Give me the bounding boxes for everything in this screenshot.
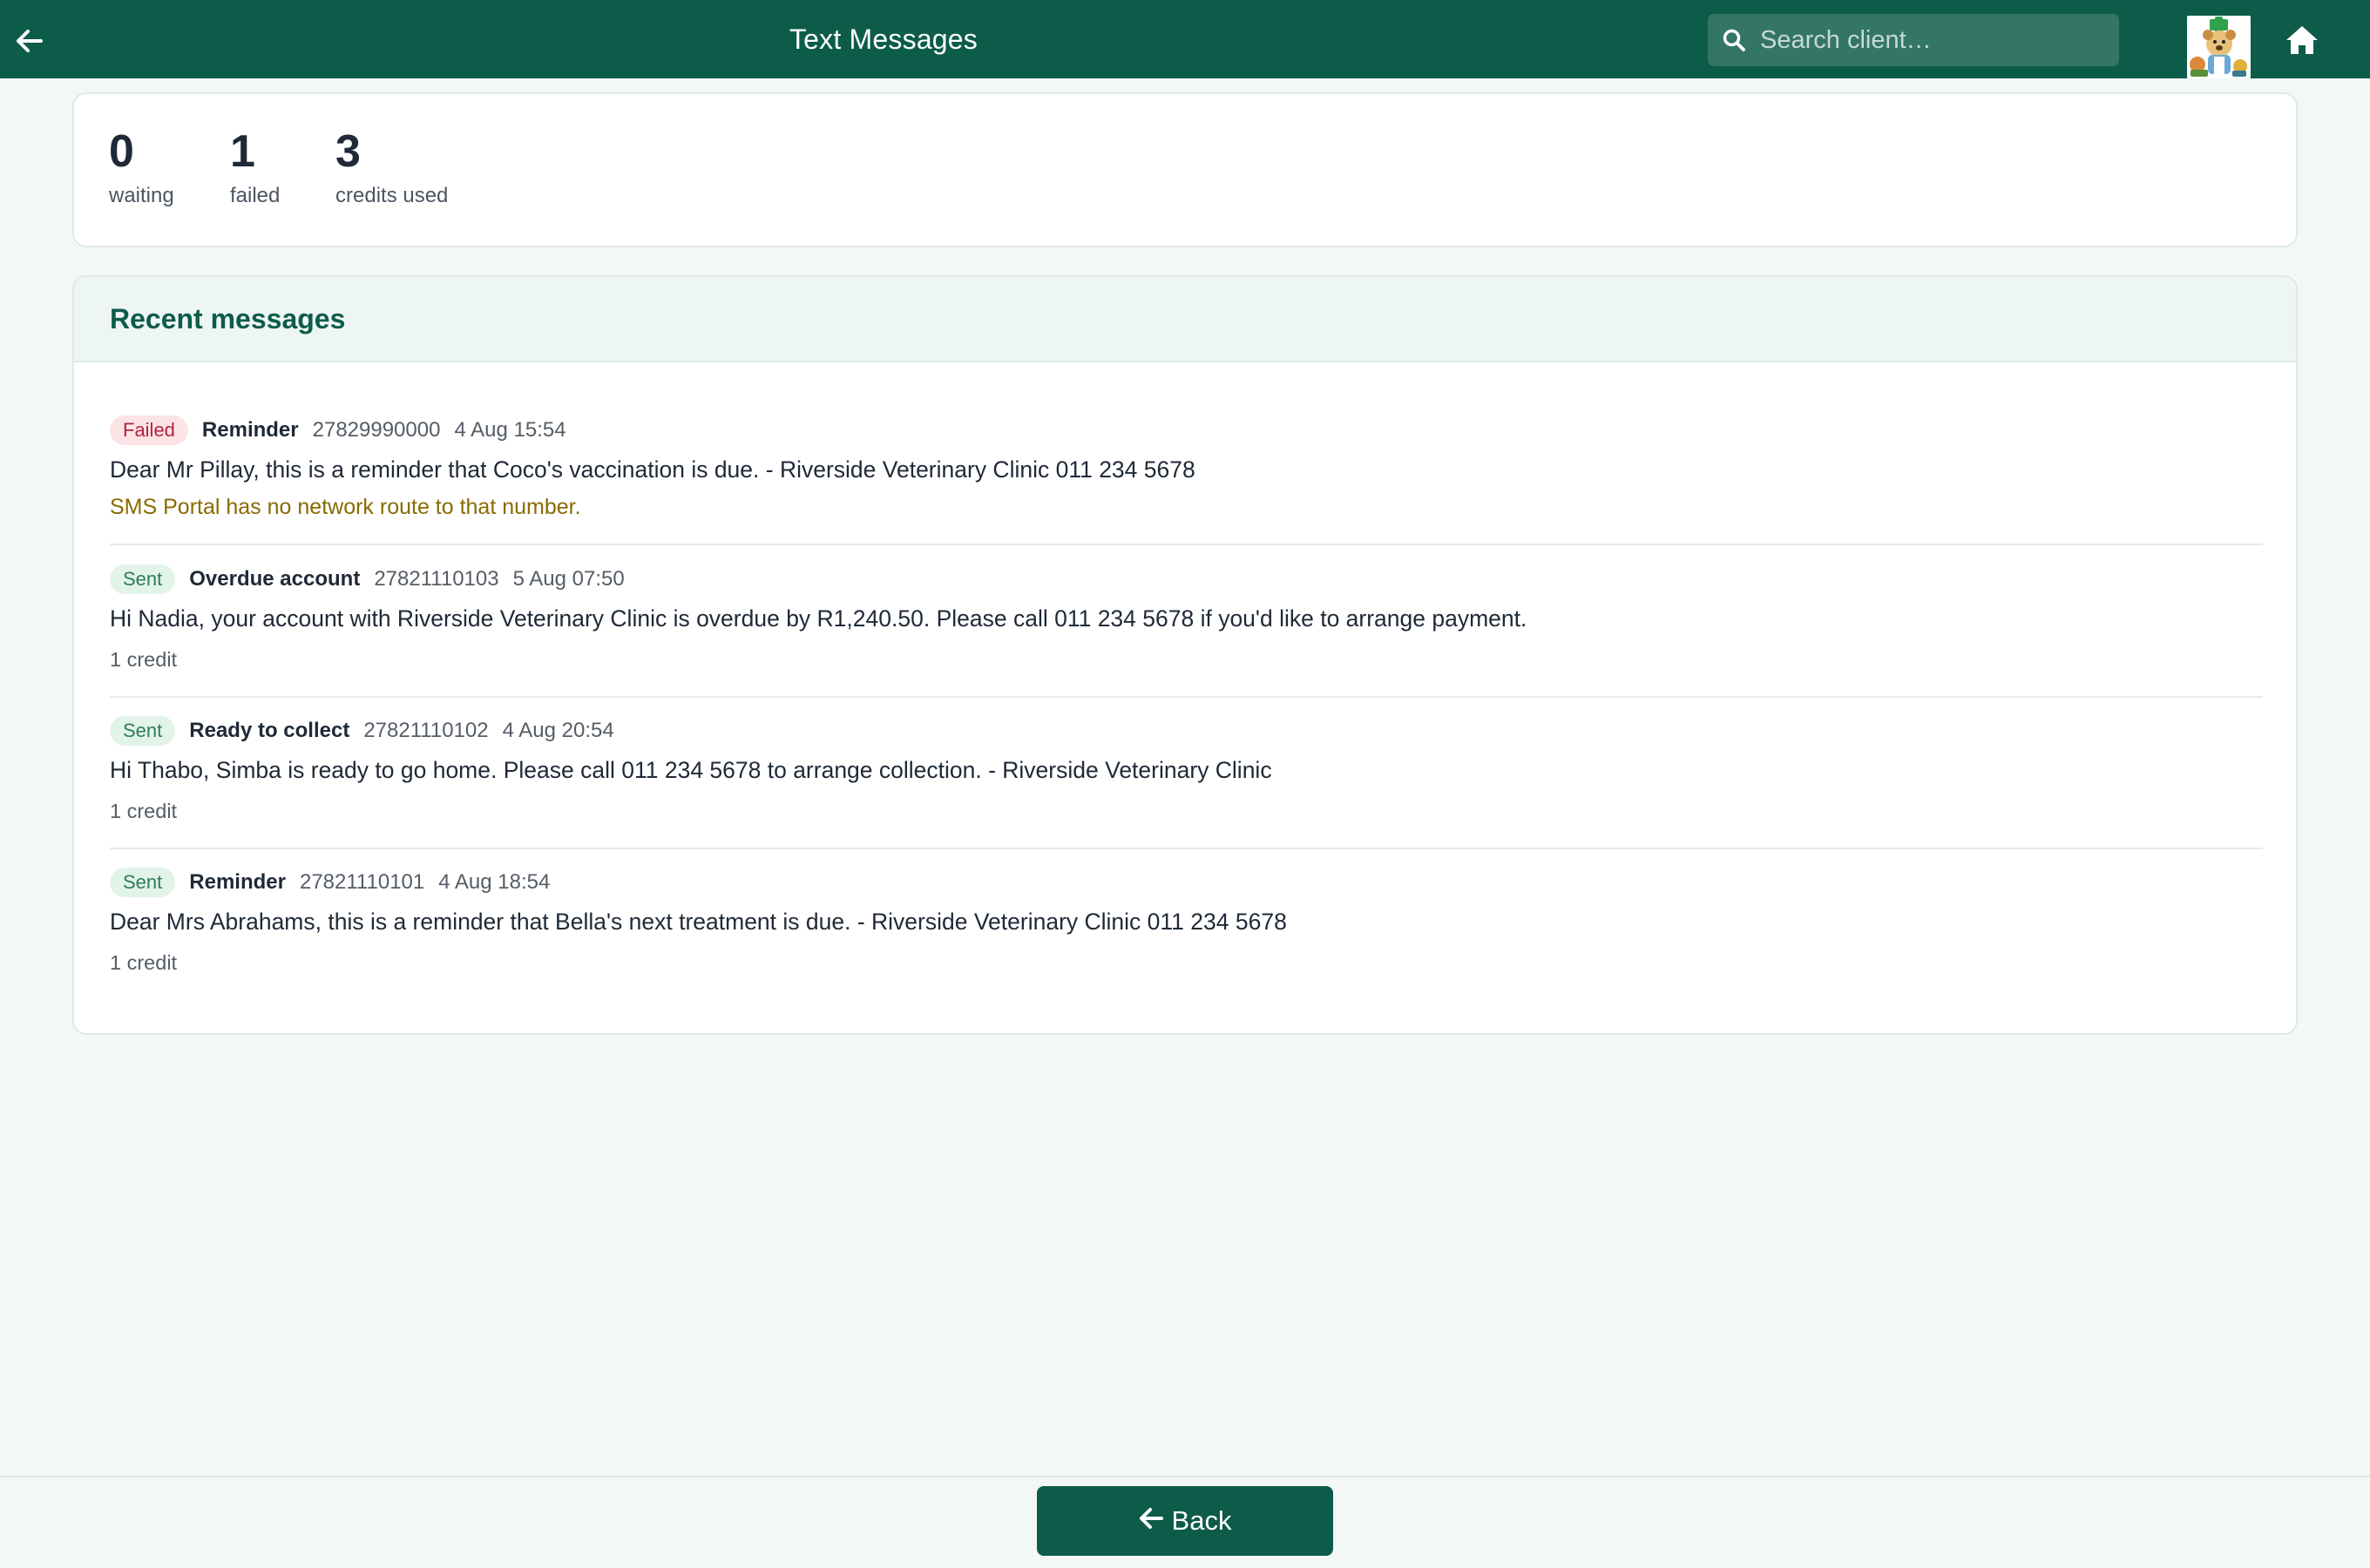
message-body: Hi Nadia, your account with Riverside Ve… xyxy=(110,605,1527,632)
stat-value: 1 xyxy=(230,126,255,177)
back-button-label: Back xyxy=(1171,1505,1232,1536)
section-title: Recent messages xyxy=(74,277,2296,362)
message-meta: Failed Reminder 27829990000 4 Aug 15:54 xyxy=(110,415,2263,446)
stat-value: 0 xyxy=(109,126,134,177)
arrow-left-icon xyxy=(1139,1505,1163,1537)
message-phone: 27821110101 xyxy=(299,870,425,894)
message-kind: Reminder xyxy=(201,418,299,442)
message-credit: 1 credit xyxy=(110,648,178,672)
message-time: 4 Aug 15:54 xyxy=(454,418,566,442)
top-bar: Text Messages xyxy=(0,0,2370,78)
message-time: 4 Aug 20:54 xyxy=(502,719,614,742)
message-kind: Reminder xyxy=(189,870,286,894)
stat-label: failed xyxy=(230,184,281,208)
page-title: Text Messages xyxy=(789,23,978,55)
divider xyxy=(110,848,2263,849)
message-credit: 1 credit xyxy=(110,800,178,823)
footer-bar: Back xyxy=(0,1476,2370,1568)
search-box[interactable] xyxy=(1708,14,2119,66)
status-badge: Sent xyxy=(110,868,176,897)
divider xyxy=(110,696,2263,698)
divider xyxy=(110,544,2263,545)
search-icon xyxy=(1708,14,1760,66)
stats-card: 0 waiting 1 failed 3 credits used xyxy=(72,92,2298,247)
message-item[interactable]: Failed Reminder 27829990000 4 Aug 15:54 … xyxy=(110,415,2263,520)
message-body: Dear Mr Pillay, this is a reminder that … xyxy=(110,456,1195,483)
message-time: 5 Aug 07:50 xyxy=(512,567,625,591)
search-client-input[interactable] xyxy=(1760,14,2109,66)
message-item[interactable]: Sent Reminder 27821110101 4 Aug 18:54 De… xyxy=(110,867,2263,975)
message-time: 4 Aug 18:54 xyxy=(438,870,551,894)
status-badge: Failed xyxy=(110,416,188,445)
clinic-logo xyxy=(2187,16,2251,78)
recent-messages-card: Recent messages Failed Reminder 27829990… xyxy=(72,275,2298,1035)
stat-failed: 1 failed xyxy=(230,126,281,208)
stat-value: 3 xyxy=(335,126,361,177)
message-kind: Overdue account xyxy=(189,567,361,591)
message-phone: 27821110103 xyxy=(374,567,499,591)
message-body: Hi Thabo, Simba is ready to go home. Ple… xyxy=(110,757,1272,783)
back-button[interactable]: Back xyxy=(1037,1486,1333,1556)
message-phone: 27829990000 xyxy=(312,418,441,442)
stat-waiting: 0 waiting xyxy=(109,126,174,208)
message-credit: 1 credit xyxy=(110,951,178,975)
status-badge: Sent xyxy=(110,716,176,746)
stat-credits-used: 3 credits used xyxy=(335,126,449,208)
status-badge: Sent xyxy=(110,564,176,594)
message-phone: 27821110102 xyxy=(363,719,489,742)
home-icon[interactable] xyxy=(2281,21,2323,59)
message-meta: Sent Overdue account 27821110103 5 Aug 0… xyxy=(110,564,2263,595)
error-message: SMS Portal has no network route to that … xyxy=(110,495,581,520)
stat-label: waiting xyxy=(109,184,174,208)
message-item[interactable]: Sent Overdue account 27821110103 5 Aug 0… xyxy=(110,564,2263,672)
message-kind: Ready to collect xyxy=(189,719,350,742)
message-meta: Sent Ready to collect 27821110102 4 Aug … xyxy=(110,715,2263,747)
message-meta: Sent Reminder 27821110101 4 Aug 18:54 xyxy=(110,867,2263,898)
stat-label: credits used xyxy=(335,184,449,208)
message-item[interactable]: Sent Ready to collect 27821110102 4 Aug … xyxy=(110,715,2263,823)
message-body: Dear Mrs Abrahams, this is a reminder th… xyxy=(110,909,1287,935)
